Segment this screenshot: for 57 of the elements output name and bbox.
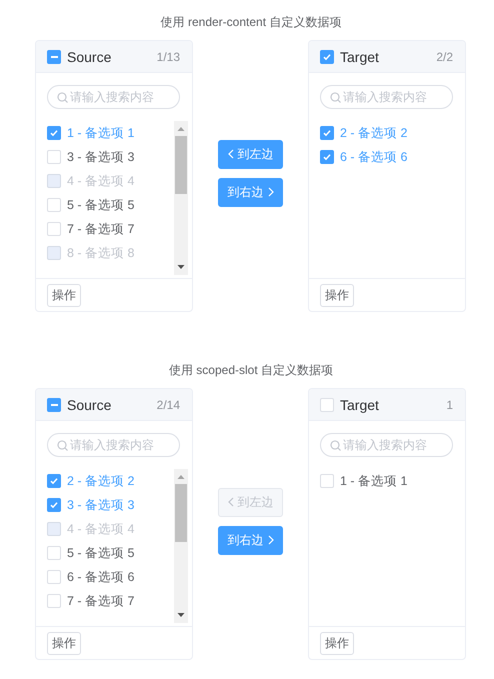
checkbox[interactable] xyxy=(47,498,61,512)
right-chevron-icon xyxy=(268,535,274,545)
action-button[interactable]: 操作 xyxy=(320,284,354,306)
move-right-button[interactable]: 到右边 xyxy=(218,178,283,206)
scroll-down-icon[interactable] xyxy=(177,611,185,619)
checkbox[interactable] xyxy=(320,150,334,164)
move-right-button[interactable]: 到右边 xyxy=(218,526,283,554)
action-button[interactable]: 操作 xyxy=(320,632,354,654)
search-icon xyxy=(330,440,341,451)
left-chevron-icon xyxy=(228,149,234,159)
scrollbar[interactable] xyxy=(174,121,188,275)
list-item[interactable]: 2 - 备选项 2 xyxy=(67,472,134,490)
selection-count: 1/13 xyxy=(156,50,180,64)
checkbox[interactable] xyxy=(320,50,334,64)
list-item[interactable]: 7 - 备选项 7 xyxy=(67,220,134,238)
checkbox[interactable] xyxy=(320,126,334,140)
search-icon xyxy=(57,440,68,451)
minus-icon xyxy=(50,56,58,58)
search-field[interactable]: 请输入搜索内容 xyxy=(47,85,180,109)
list-item[interactable]: 1 - 备选项 1 xyxy=(340,472,408,490)
panel-title: Target xyxy=(340,48,380,64)
list-item[interactable]: 6 - 备选项 6 xyxy=(340,148,408,166)
selection-count: 2/2 xyxy=(436,50,453,64)
search-field[interactable]: 请输入搜索内容 xyxy=(320,85,453,109)
search-icon xyxy=(57,92,68,103)
list-item[interactable]: 1 - 备选项 1 xyxy=(67,124,134,142)
list-item[interactable]: 6 - 备选项 6 xyxy=(67,568,134,586)
list-item[interactable]: 5 - 备选项 5 xyxy=(67,544,134,562)
search-icon xyxy=(330,92,341,103)
section-title: 使用 scoped-slot 自定义数据项 xyxy=(168,362,334,378)
panel-title: Source xyxy=(67,48,112,64)
panel-title: Target xyxy=(340,396,380,412)
move-left-button[interactable]: 到左边 xyxy=(218,140,283,168)
panel-title: Source xyxy=(67,396,112,412)
checkbox[interactable] xyxy=(47,398,61,412)
selection-count: 1 xyxy=(446,398,453,412)
right-chevron-icon xyxy=(268,187,274,197)
search-field[interactable]: 请输入搜索内容 xyxy=(47,433,180,457)
action-button[interactable]: 操作 xyxy=(47,632,81,654)
selection-count: 2/14 xyxy=(156,398,180,412)
scroll-down-icon[interactable] xyxy=(177,263,185,271)
checkbox[interactable] xyxy=(47,50,61,64)
checkbox[interactable] xyxy=(47,126,61,140)
list-item[interactable]: 3 - 备选项 3 xyxy=(67,148,134,166)
list-item[interactable]: 2 - 备选项 2 xyxy=(340,124,408,142)
action-button[interactable]: 操作 xyxy=(47,284,81,306)
list-item[interactable]: 7 - 备选项 7 xyxy=(67,592,134,610)
scrollbar[interactable] xyxy=(174,469,188,623)
scroll-up-icon[interactable] xyxy=(177,125,185,133)
scroll-up-icon[interactable] xyxy=(177,473,185,481)
left-chevron-icon xyxy=(228,497,234,507)
list-item[interactable]: 3 - 备选项 3 xyxy=(67,496,134,514)
search-field[interactable]: 请输入搜索内容 xyxy=(320,433,453,457)
minus-icon xyxy=(50,404,58,406)
checkbox[interactable] xyxy=(47,474,61,488)
section-title: 使用 render-content 自定义数据项 xyxy=(160,14,342,30)
list-item[interactable]: 5 - 备选项 5 xyxy=(67,196,134,214)
